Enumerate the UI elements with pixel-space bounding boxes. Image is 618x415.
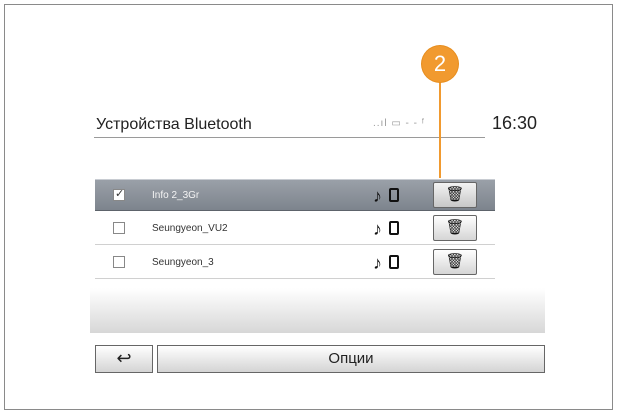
- trash-icon: 🗑: [445, 219, 465, 236]
- device-row-3[interactable]: Seungyeon_3 ♪ 🗑: [95, 247, 495, 279]
- screen-header: Устройства Bluetooth ..ıl ▭ - - ᶠ 16:30: [90, 110, 545, 138]
- callout-number: 2: [422, 46, 458, 82]
- back-button[interactable]: ↩: [95, 345, 153, 373]
- callout-line: [439, 82, 441, 178]
- back-icon: ↩: [116, 348, 132, 368]
- header-divider: [94, 137, 485, 138]
- device-name-3: Seungyeon_3: [152, 257, 214, 268]
- delete-device-button-1[interactable]: 🗑: [433, 182, 477, 208]
- bottom-bar: ↩ Опции: [90, 333, 545, 373]
- music-icon: ♪: [373, 186, 382, 206]
- device-checkbox-2[interactable]: [113, 222, 125, 234]
- options-button[interactable]: Опции: [157, 345, 545, 373]
- delete-device-button-2[interactable]: 🗑: [433, 215, 477, 241]
- device-row-1[interactable]: ✓ Info 2_3Gr ♪ 🗑: [95, 179, 495, 211]
- trash-icon: 🗑: [445, 186, 465, 203]
- phone-icon: [389, 221, 399, 235]
- device-checkbox-3[interactable]: [113, 256, 125, 268]
- phone-icon: [389, 255, 399, 269]
- screen-title: Устройства Bluetooth: [96, 116, 252, 133]
- clock: 16:30: [491, 113, 537, 133]
- phone-icon: [389, 188, 399, 202]
- trash-icon: 🗑: [445, 253, 465, 270]
- device-name-2: Seungyeon_VU2: [152, 223, 228, 234]
- music-icon: ♪: [373, 219, 382, 239]
- status-icons: ..ıl ▭ - - ᶠ: [373, 118, 426, 129]
- delete-device-button-3[interactable]: 🗑: [433, 249, 477, 275]
- bluetooth-screen: Устройства Bluetooth ..ıl ▭ - - ᶠ 16:30 …: [90, 42, 545, 380]
- music-icon: ♪: [373, 253, 382, 273]
- checkmark-icon: ✓: [115, 188, 125, 200]
- device-row-2[interactable]: Seungyeon_VU2 ♪ 🗑: [95, 213, 495, 245]
- device-checkbox-1[interactable]: ✓: [113, 188, 125, 201]
- device-name-1: Info 2_3Gr: [152, 190, 200, 201]
- list-fade: [90, 288, 545, 333]
